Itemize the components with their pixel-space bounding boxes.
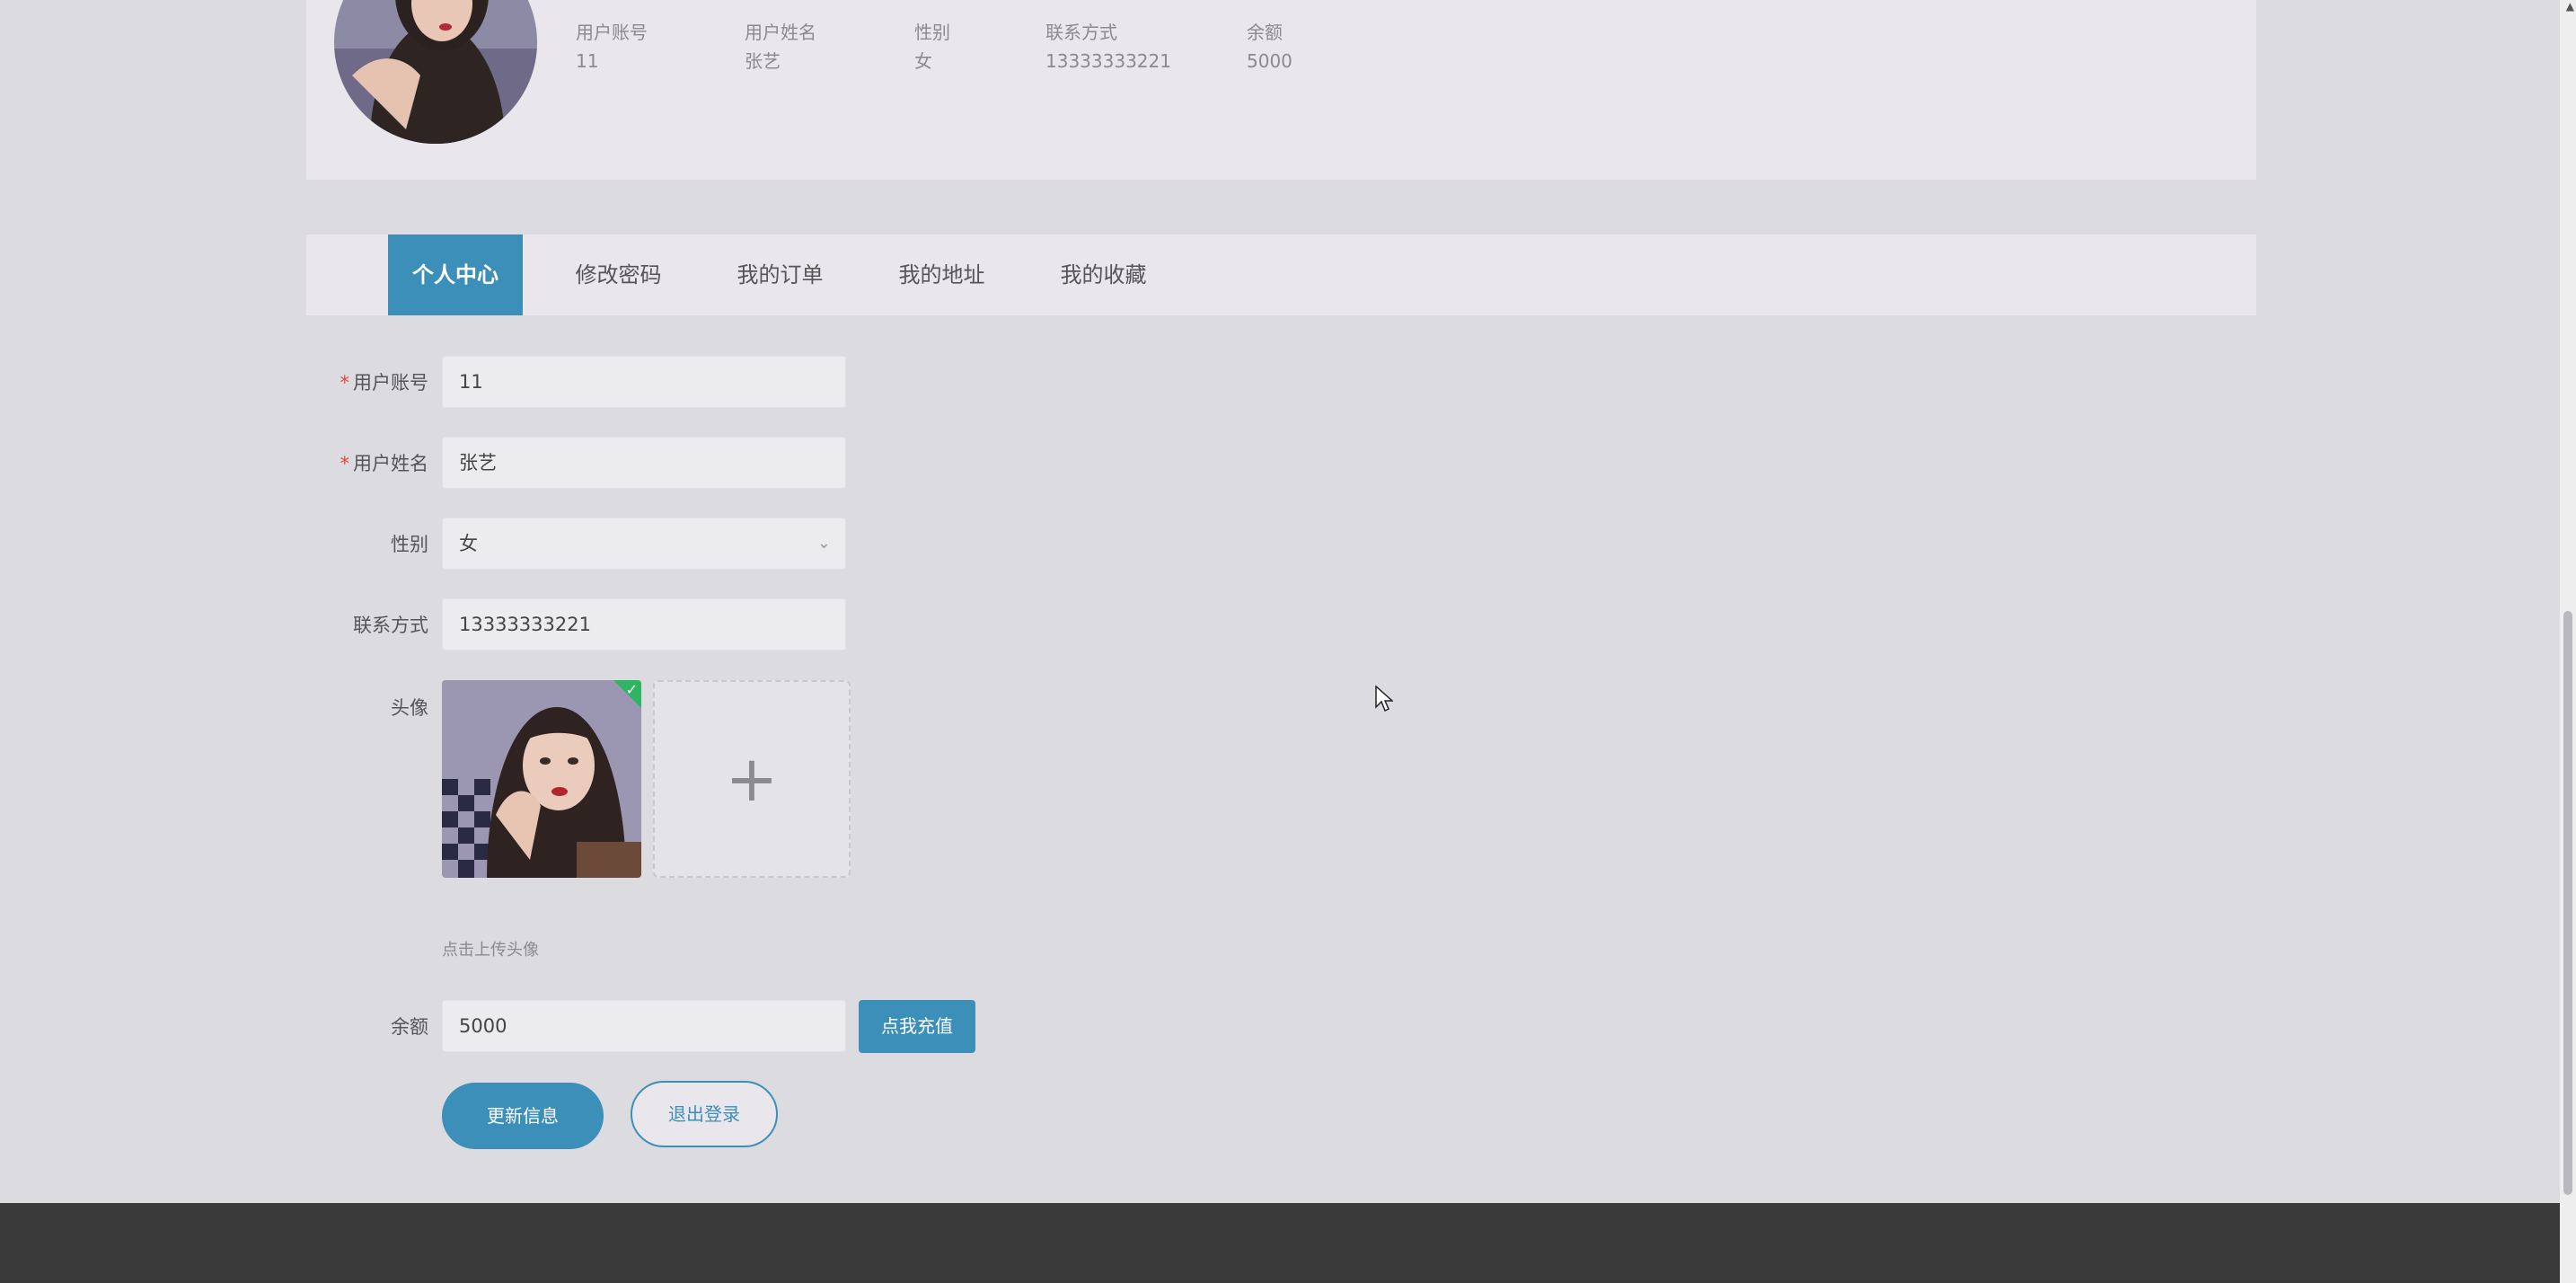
profile-field-account: 用户账号 11: [576, 18, 648, 75]
account-label: * 用户账号: [303, 368, 429, 395]
account-label-text: 用户账号: [353, 372, 428, 394]
required-mark: *: [340, 453, 350, 474]
profile-card: 用户账号 11 用户姓名 张艺 性别 女 联系方式 13333333221 余额…: [306, 0, 2256, 180]
gender-select-value: 女: [459, 533, 478, 554]
balance-input[interactable]: 5000: [442, 1000, 846, 1052]
name-label: * 用户姓名: [303, 449, 429, 476]
tab-my-orders[interactable]: 我的订单: [715, 234, 845, 315]
mouse-cursor-icon: [1375, 685, 1394, 716]
tab-bar: 个人中心 修改密码 我的订单 我的地址 我的收藏: [306, 234, 2256, 315]
avatar-label: 头像: [391, 697, 428, 719]
page-footer: [0, 1203, 2576, 1283]
scrollbar-thumb[interactable]: [2563, 611, 2572, 1195]
profile-label: 余额: [1247, 22, 1283, 43]
avatar-upload-button[interactable]: +: [653, 680, 851, 878]
gender-label: 性别: [391, 534, 428, 555]
profile-value: 5000: [1247, 50, 1292, 72]
plus-icon: +: [725, 742, 779, 816]
gender-select[interactable]: 女 ⌄: [442, 518, 846, 570]
profile-label: 用户姓名: [745, 22, 816, 43]
profile-label: 性别: [914, 22, 950, 43]
balance-label: 余额: [391, 1016, 428, 1038]
logout-button[interactable]: 退出登录: [631, 1081, 778, 1147]
scroll-up-arrow-icon[interactable]: ▲: [2566, 0, 2574, 13]
phone-label: 联系方式: [353, 615, 428, 636]
tab-my-favorites[interactable]: 我的收藏: [1038, 234, 1169, 315]
tab-personal-center[interactable]: 个人中心: [388, 234, 523, 315]
profile-label: 用户账号: [576, 22, 648, 43]
profile-label: 联系方式: [1045, 22, 1117, 43]
profile-field-gender: 性别 女: [914, 18, 950, 75]
phone-input[interactable]: 13333333221: [442, 598, 846, 650]
tab-my-address[interactable]: 我的地址: [877, 234, 1007, 315]
profile-value: 张艺: [745, 50, 781, 72]
account-input[interactable]: 11: [442, 356, 846, 408]
recharge-button[interactable]: 点我充值: [859, 1000, 975, 1053]
upload-hint: 点击上传头像: [442, 941, 539, 960]
name-label-text: 用户姓名: [353, 453, 428, 474]
profile-field-name: 用户姓名 张艺: [745, 18, 816, 75]
profile-avatar: [334, 0, 537, 144]
profile-field-balance: 余额 5000: [1247, 18, 1292, 75]
name-input[interactable]: 张艺: [442, 437, 846, 489]
required-mark: *: [340, 372, 350, 394]
update-info-button[interactable]: 更新信息: [442, 1083, 604, 1149]
chevron-down-icon: ⌄: [816, 534, 831, 553]
vertical-scrollbar[interactable]: ▲: [2560, 0, 2576, 1283]
tab-change-password[interactable]: 修改密码: [553, 234, 684, 315]
check-icon: ✓: [625, 681, 638, 698]
uploaded-avatar-image[interactable]: ✓: [442, 680, 641, 878]
profile-value: 13333333221: [1045, 50, 1171, 72]
profile-value: 女: [914, 50, 932, 72]
profile-value: 11: [576, 50, 599, 72]
profile-field-phone: 联系方式 13333333221: [1045, 18, 1171, 75]
